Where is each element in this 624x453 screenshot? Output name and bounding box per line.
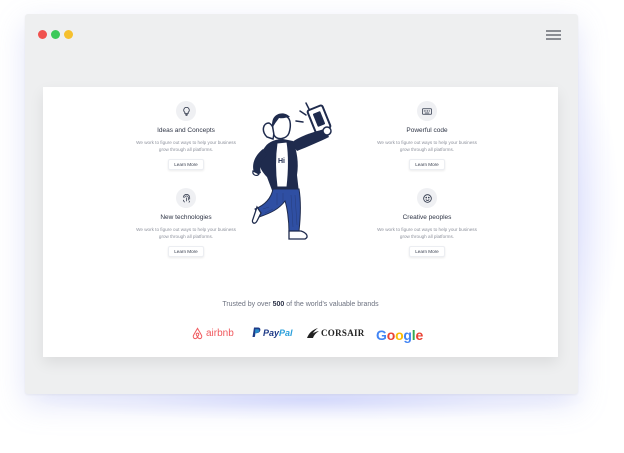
maximize-window-button[interactable]: [51, 30, 60, 39]
feature-description: We work to figure out ways to help your …: [136, 227, 236, 239]
feature-new-technologies: New technologies We work to figure out w…: [127, 188, 245, 258]
lightbulb-icon: [176, 101, 196, 121]
airbnb-logo[interactable]: airbnb: [191, 327, 234, 340]
feature-description: We work to figure out ways to help your …: [377, 227, 477, 239]
learn-more-button[interactable]: Learn More: [409, 246, 445, 257]
trusted-by-text: Trusted by over 500 of the world's valua…: [222, 301, 379, 308]
google-logo[interactable]: Google: [376, 327, 423, 343]
learn-more-button[interactable]: Learn More: [168, 246, 204, 257]
feature-description: We work to figure out ways to help your …: [136, 140, 236, 152]
learn-more-button[interactable]: Learn More: [409, 159, 445, 170]
paypal-icon: [252, 327, 261, 337]
selfie-person-illustration: Hi: [251, 102, 332, 240]
feature-title: Creative peoples: [402, 214, 452, 221]
smiley-icon: [417, 188, 437, 208]
feature-powerful-code: Powerful code We work to figure out ways…: [368, 101, 486, 171]
close-window-button[interactable]: [38, 30, 47, 39]
shirt-text: Hi: [278, 158, 285, 165]
minimize-window-button[interactable]: [64, 30, 73, 39]
corsair-sails-icon: [307, 328, 319, 338]
feature-title: Ideas and Concepts: [157, 127, 215, 134]
feature-title: Powerful code: [406, 127, 448, 134]
feature-creative-peoples: Creative peoples We work to figure out w…: [368, 188, 486, 258]
feature-title: New technologies: [160, 214, 212, 221]
learn-more-button[interactable]: Learn More: [168, 159, 204, 170]
paypal-logo[interactable]: Pay Pal: [252, 327, 293, 338]
hamburger-menu-icon[interactable]: [546, 29, 561, 40]
feature-description: We work to figure out ways to help your …: [377, 140, 477, 152]
feature-ideas-and-concepts: Ideas and Concepts We work to figure out…: [127, 101, 245, 171]
airbnb-icon: [192, 327, 203, 340]
fingerprint-icon: [176, 188, 196, 208]
corsair-logo[interactable]: CORSAIR: [306, 327, 365, 339]
page-content: Ideas and Concepts We work to figure out…: [43, 87, 558, 357]
keyboard-icon: [417, 101, 437, 121]
